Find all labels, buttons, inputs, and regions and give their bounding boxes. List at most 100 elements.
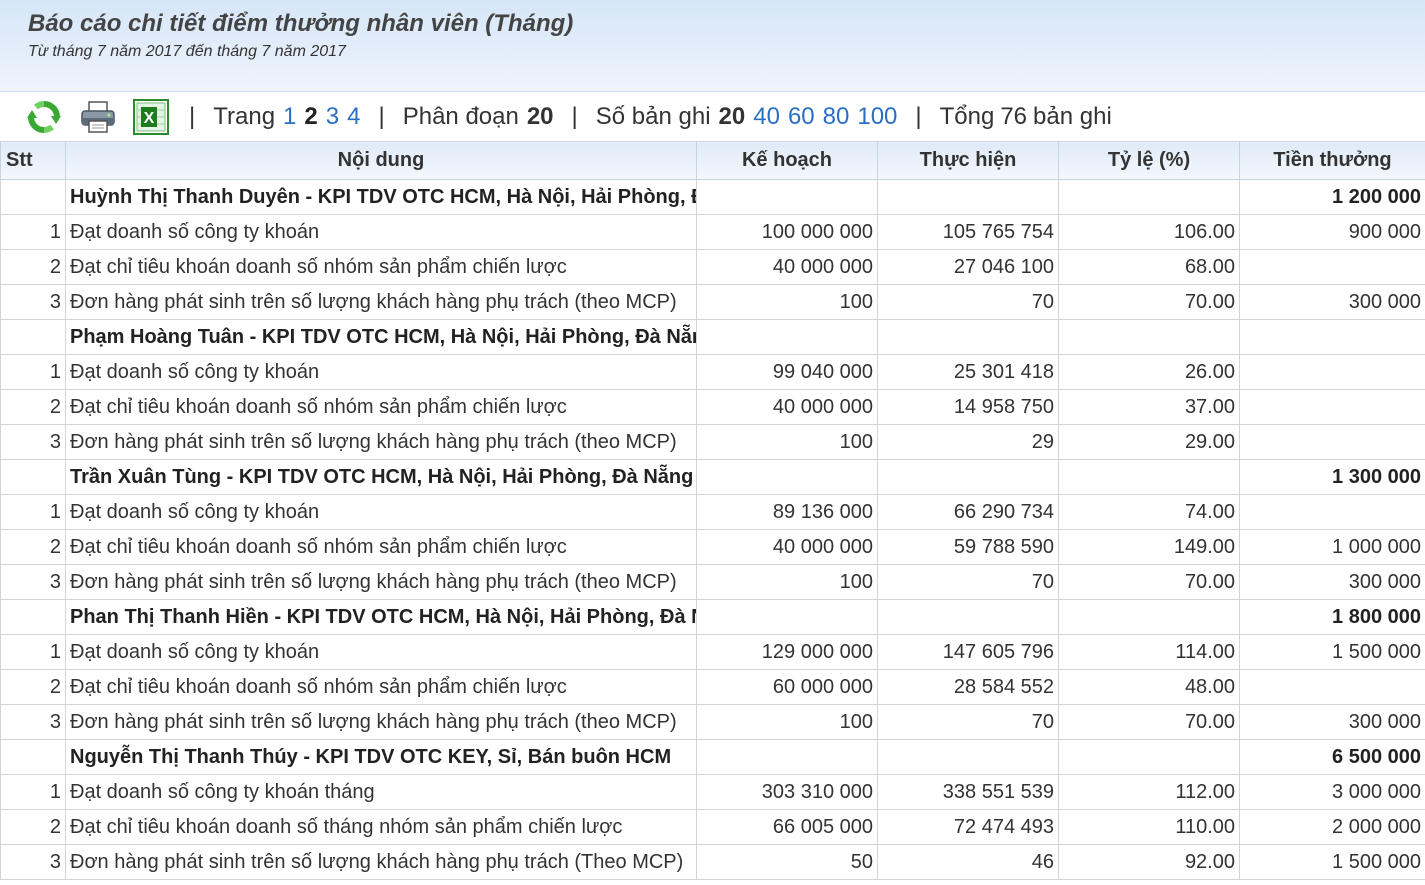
cell-content: Đạt chỉ tiêu khoán doanh số nhóm sản phẩ… [65, 669, 697, 705]
cell-bonus: 3 000 000 [1239, 774, 1425, 810]
employee-group-row[interactable]: Nguyễn Thị Thanh Thúy - KPI TDV OTC KEY,… [0, 739, 1425, 775]
cell-bonus: 1 500 000 [1239, 634, 1425, 670]
cell-rate: 37.00 [1058, 389, 1240, 425]
cell-bonus: 1 500 000 [1239, 844, 1425, 880]
table-row[interactable]: 3 Đơn hàng phát sinh trên số lượng khách … [0, 844, 1425, 880]
column-header-plan[interactable]: Kế hoạch [696, 141, 878, 180]
cell-content: Đạt chỉ tiêu khoán doanh số nhóm sản phẩ… [65, 249, 697, 285]
cell-content: Đơn hàng phát sinh trên số lượng khách h… [65, 284, 697, 320]
cell-plan [696, 179, 878, 215]
cell-plan: 100 [696, 704, 878, 740]
cell-stt: 2 [0, 669, 66, 705]
cell-actual [877, 459, 1059, 495]
records-current: 20 [718, 102, 746, 130]
table-row[interactable]: 2 Đạt chỉ tiêu khoán doanh số nhóm sản ph… [0, 669, 1425, 705]
cell-stt: 2 [0, 389, 66, 425]
cell-plan [696, 739, 878, 775]
page-label: Trang [213, 102, 276, 130]
cell-rate: 48.00 [1058, 669, 1240, 705]
report-header: Báo cáo chi tiết điểm thưởng nhân viên (… [0, 0, 1425, 92]
cell-rate [1058, 459, 1240, 495]
cell-plan: 89 136 000 [696, 494, 878, 530]
excel-icon[interactable]: X [133, 98, 169, 135]
cell-rate: 92.00 [1058, 844, 1240, 880]
cell-rate: 70.00 [1058, 564, 1240, 600]
table-row[interactable]: 1 Đạt doanh số công ty khoán 129 000 000 14… [0, 634, 1425, 670]
column-header-rate[interactable]: Tỷ lệ (%) [1058, 141, 1240, 180]
table-row[interactable]: 2 Đạt chỉ tiêu khoán doanh số nhóm sản ph… [0, 529, 1425, 565]
table-row[interactable]: 3 Đơn hàng phát sinh trên số lượng khách … [0, 284, 1425, 320]
cell-plan: 66 005 000 [696, 809, 878, 845]
cell-plan: 100 [696, 564, 878, 600]
page-title: Báo cáo chi tiết điểm thưởng nhân viên (… [28, 10, 574, 37]
toolbar-separator: | [378, 102, 385, 130]
print-icon[interactable] [80, 99, 116, 135]
employee-group-row[interactable]: Phan Thị Thanh Hiền - KPI TDV OTC HCM, H… [0, 599, 1425, 635]
total-count: 76 [1000, 102, 1028, 130]
employee-group-row[interactable]: Trần Xuân Tùng - KPI TDV OTC HCM, Hà Nội… [0, 459, 1425, 495]
page-link-1[interactable]: 1 [283, 103, 296, 131]
cell-content: Đạt chỉ tiêu khoán doanh số nhóm sản phẩ… [65, 389, 697, 425]
cell-bonus: 300 000 [1239, 284, 1425, 320]
cell-actual: 338 551 539 [877, 774, 1059, 810]
employee-group-row[interactable]: Phạm Hoàng Tuân - KPI TDV OTC HCM, Hà Nộ… [0, 319, 1425, 355]
toolbar-separator: | [915, 102, 922, 130]
cell-plan: 40 000 000 [696, 249, 878, 285]
table-row[interactable]: 1 Đạt doanh số công ty khoán 89 136 000 66 … [0, 494, 1425, 530]
cell-actual [877, 739, 1059, 775]
table-row[interactable]: 1 Đạt doanh số công ty khoán tháng 303 310… [0, 774, 1425, 810]
cell-content: Đạt doanh số công ty khoán [65, 354, 697, 390]
cell-rate: 68.00 [1058, 249, 1240, 285]
employee-group-row[interactable]: Huỳnh Thị Thanh Duyên - KPI TDV OTC HCM,… [0, 179, 1425, 215]
table-row[interactable]: 3 Đơn hàng phát sinh trên số lượng khách … [0, 704, 1425, 740]
page-link-4[interactable]: 4 [347, 103, 360, 131]
table-row[interactable]: 2 Đạt chỉ tiêu khoán doanh số nhóm sản ph… [0, 389, 1425, 425]
page-link-3[interactable]: 3 [326, 103, 339, 131]
total-suffix: bản ghi [1033, 102, 1112, 130]
column-header-content[interactable]: Nội dung [65, 141, 697, 180]
cell-rate [1058, 599, 1240, 635]
cell-actual: 27 046 100 [877, 249, 1059, 285]
cell-plan [696, 319, 878, 355]
cell-stt [0, 459, 66, 495]
cell-bonus: 6 500 000 [1239, 739, 1425, 775]
cell-actual: 147 605 796 [877, 634, 1059, 670]
cell-stt: 3 [0, 284, 66, 320]
table-row[interactable]: 2 Đạt chỉ tiêu khoán doanh số tháng nhóm … [0, 809, 1425, 845]
records-option-100[interactable]: 100 [857, 103, 897, 131]
table-row[interactable]: 3 Đơn hàng phát sinh trên số lượng khách … [0, 564, 1425, 600]
cell-rate [1058, 319, 1240, 355]
cell-plan: 100 [696, 424, 878, 460]
column-header-stt[interactable]: Stt [0, 141, 66, 180]
cell-actual: 14 958 750 [877, 389, 1059, 425]
cell-actual: 29 [877, 424, 1059, 460]
cell-content: Đơn hàng phát sinh trên số lượng khách h… [65, 564, 697, 600]
cell-content: Phan Thị Thanh Hiền - KPI TDV OTC HCM, H… [65, 599, 697, 635]
date-range-subtitle: Từ tháng 7 năm 2017 đến tháng 7 năm 2017 [28, 43, 346, 60]
table-row[interactable]: 3 Đơn hàng phát sinh trên số lượng khách … [0, 424, 1425, 460]
table-row[interactable]: 1 Đạt doanh số công ty khoán 99 040 000 25 … [0, 354, 1425, 390]
cell-actual: 25 301 418 [877, 354, 1059, 390]
cell-content: Đạt doanh số công ty khoán [65, 214, 697, 250]
table-row[interactable]: 2 Đạt chỉ tiêu khoán doanh số nhóm sản ph… [0, 249, 1425, 285]
cell-stt: 1 [0, 634, 66, 670]
records-option-40[interactable]: 40 [753, 103, 780, 131]
table-row[interactable]: 1 Đạt doanh số công ty khoán 100 000 000 10… [0, 214, 1425, 250]
cell-actual: 70 [877, 564, 1059, 600]
cell-stt: 1 [0, 494, 66, 530]
cell-bonus [1239, 424, 1425, 460]
column-header-bonus[interactable]: Tiền thưởng [1239, 141, 1425, 180]
records-option-80[interactable]: 80 [823, 103, 850, 131]
cell-bonus: 300 000 [1239, 704, 1425, 740]
table-body: Huỳnh Thị Thanh Duyên - KPI TDV OTC HCM,… [0, 179, 1425, 880]
cell-rate: 114.00 [1058, 634, 1240, 670]
cell-actual [877, 599, 1059, 635]
column-header-actual[interactable]: Thực hiện [877, 141, 1059, 180]
toolbar: X | Trang 1 2 3 4 | Phân đoạn 20 | Số bả… [0, 93, 1425, 140]
records-option-60[interactable]: 60 [788, 103, 815, 131]
cell-actual [877, 179, 1059, 215]
cell-actual: 70 [877, 704, 1059, 740]
cell-bonus: 1 000 000 [1239, 529, 1425, 565]
cell-bonus [1239, 249, 1425, 285]
refresh-icon[interactable] [26, 99, 62, 135]
